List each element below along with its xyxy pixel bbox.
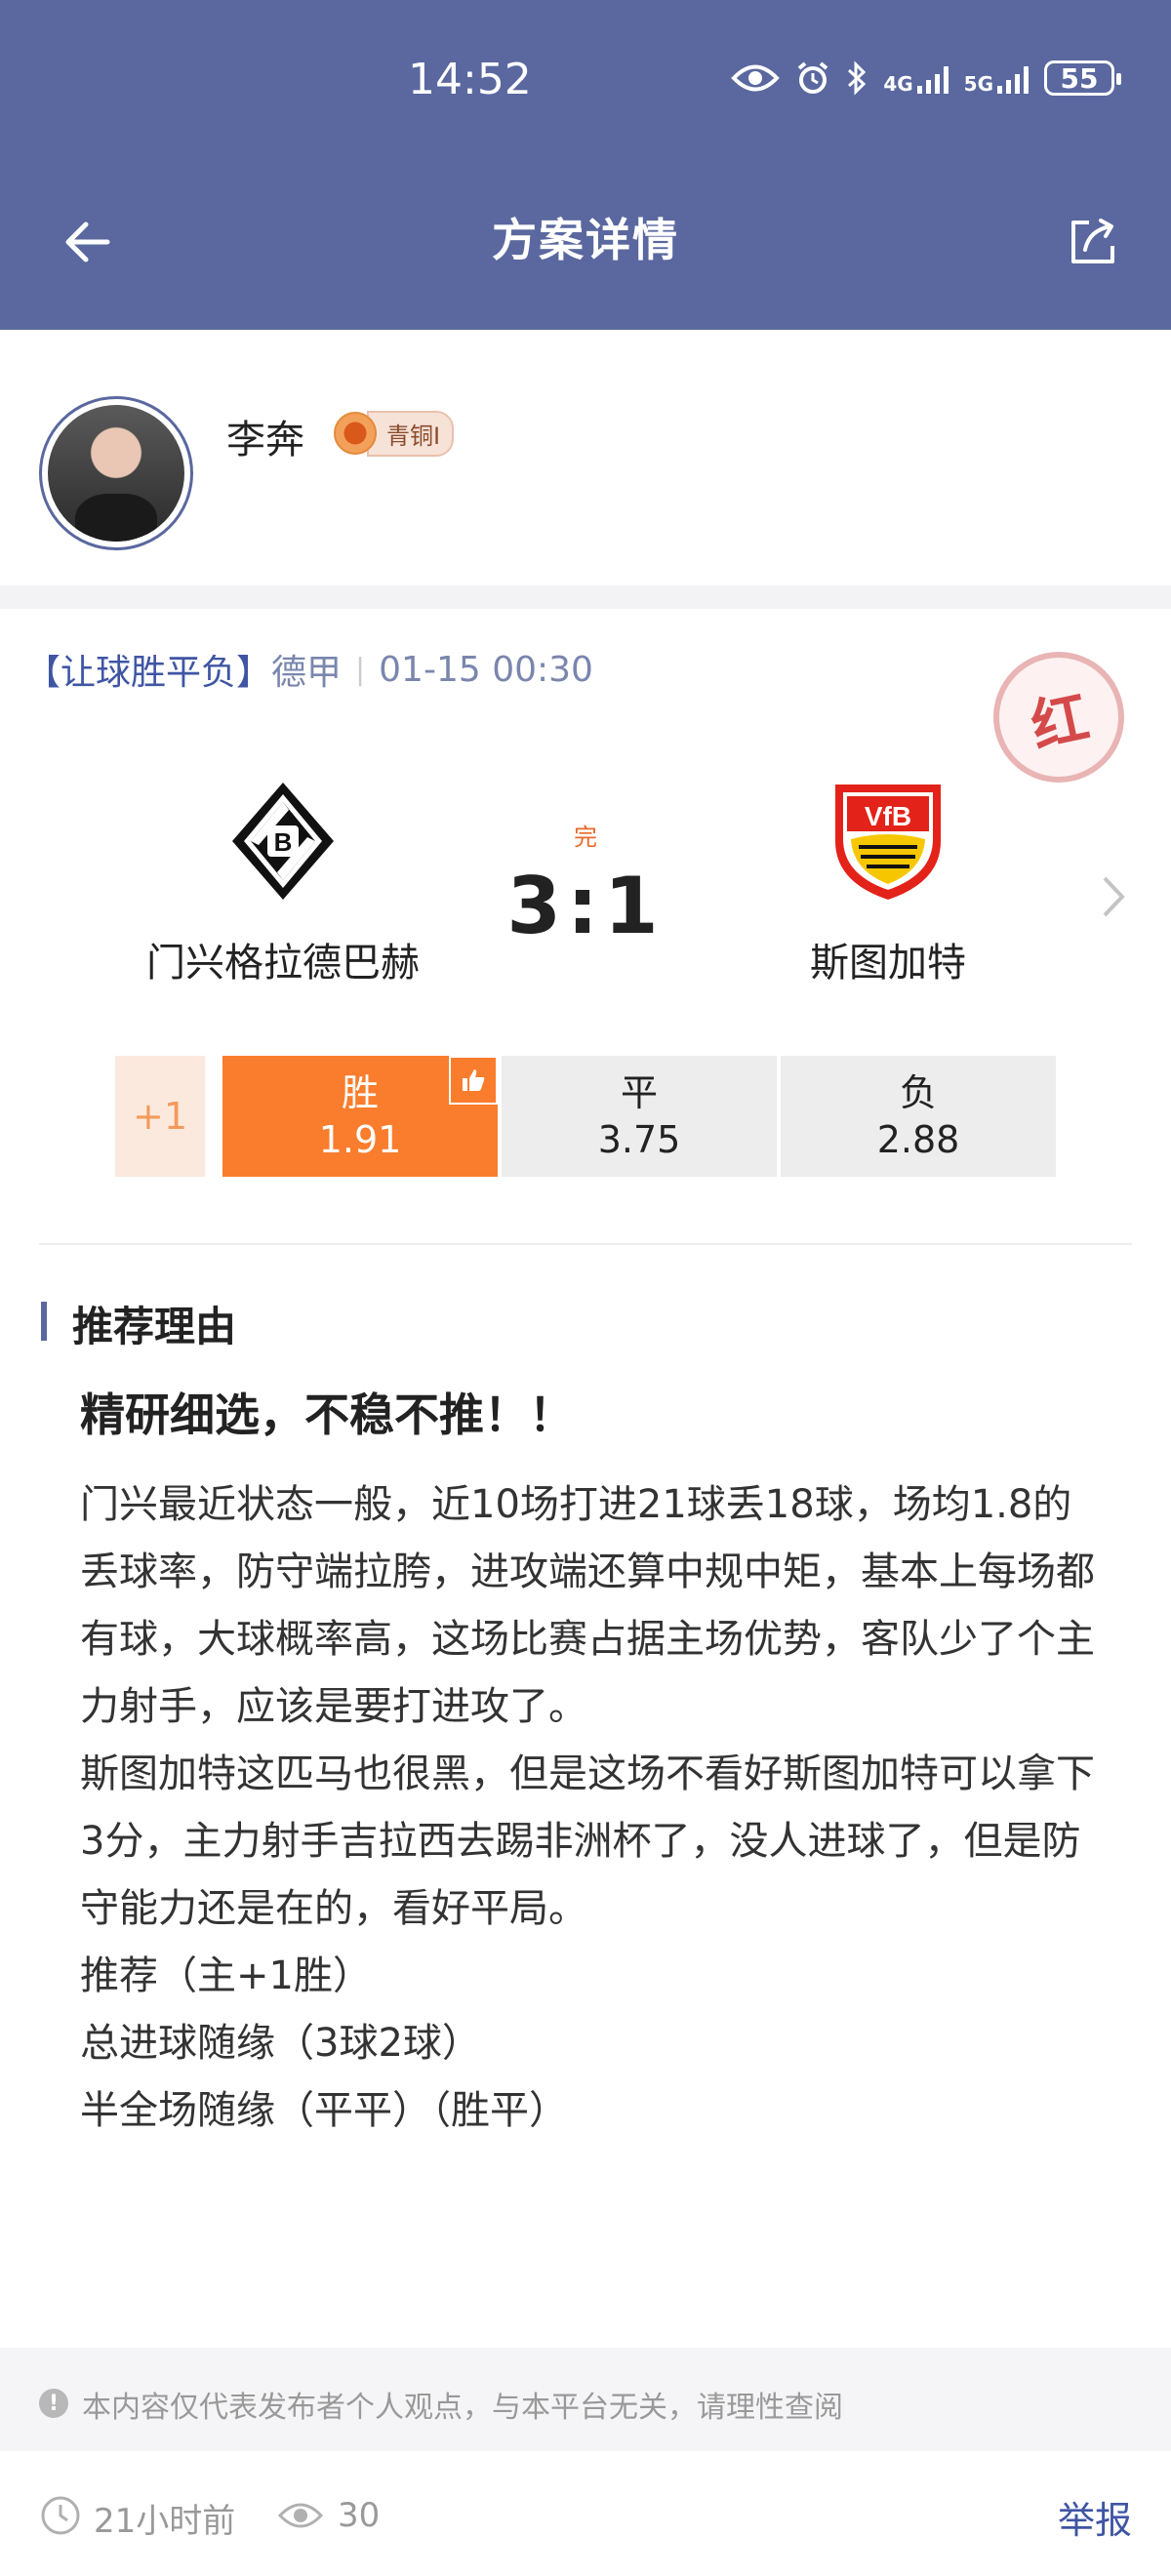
- footer-bar: 21小时前 30 举报: [0, 2451, 1171, 2576]
- view-count: 30: [338, 2496, 381, 2535]
- odd-loss-value: 2.88: [876, 1118, 960, 1161]
- away-team-logo-icon: VfB: [835, 785, 941, 900]
- match-meta: 【让球胜平负】 德甲 | 01-15 00:30: [25, 644, 593, 695]
- meta-separator: |: [355, 652, 366, 687]
- rank-badge: 青铜I: [334, 410, 455, 457]
- home-team-logo-icon: B: [232, 783, 334, 900]
- svg-text:VfB: VfB: [865, 801, 911, 831]
- section-title: 推荐理由: [72, 1303, 237, 1350]
- alarm-icon: [798, 61, 828, 94]
- section-accent-bar: [41, 1302, 47, 1341]
- chevron-right-icon[interactable]: [1099, 872, 1128, 921]
- rank-label: 青铜I: [367, 410, 455, 457]
- svg-text:B: B: [274, 827, 293, 857]
- odd-draw-value: 3.75: [597, 1118, 681, 1161]
- section-gap: [0, 585, 1171, 609]
- report-link[interactable]: 举报: [1058, 2490, 1132, 2544]
- odd-draw-label: 平: [620, 1071, 658, 1114]
- avatar[interactable]: [39, 396, 193, 550]
- result-stamp: 红: [981, 639, 1137, 795]
- match-datetime: 01-15 00:30: [379, 649, 593, 690]
- away-team: VfB 斯图加特: [742, 781, 1034, 987]
- odd-draw[interactable]: 平 3.75: [502, 1056, 777, 1177]
- info-icon: !: [39, 2389, 68, 2418]
- match-card: 【让球胜平负】 德甲 | 01-15 00:30 红 B 门兴格拉德巴赫 完 3…: [0, 609, 1171, 1245]
- handicap-value: +1: [115, 1056, 205, 1177]
- battery-icon: 55: [1044, 60, 1121, 96]
- thumbs-up-icon: [449, 1056, 498, 1105]
- disclaimer-text: 本内容仅代表发布者个人观点，与本平台无关，请理性查阅: [82, 2391, 843, 2425]
- home-team-name: 门兴格拉德巴赫: [146, 941, 420, 986]
- signal-4g-label: 4G: [883, 72, 913, 96]
- author-card[interactable]: 李奔 青铜I: [0, 330, 1171, 585]
- odd-win-value: 1.91: [318, 1118, 402, 1161]
- status-time: 14:52: [408, 55, 532, 104]
- signal-5g-icon: 5G: [964, 62, 1029, 94]
- odds-row: +1 胜 1.91 平 3.75 负 2.88: [115, 1056, 1060, 1177]
- medal-icon: [334, 412, 377, 455]
- match-score: 3:1: [506, 861, 665, 951]
- reason-body: 门兴最近状态一般，近10场打进21球丢18球，场均1.8的丢球率，防守端拉胯，进…: [80, 1471, 1095, 2145]
- post-time: 21小时前: [94, 2502, 236, 2541]
- odd-loss-label: 负: [899, 1071, 937, 1114]
- eye-status-icon: [731, 64, 781, 92]
- clock-icon: [41, 2496, 80, 2535]
- eye-icon: [277, 2503, 324, 2528]
- play-type: 【让球胜平负】: [25, 653, 272, 693]
- signal-5g-label: 5G: [963, 72, 993, 96]
- author-name[interactable]: 李奔: [226, 408, 304, 464]
- match-status: 完: [574, 824, 597, 851]
- odd-win-label: 胜: [341, 1071, 379, 1114]
- odd-loss[interactable]: 负 2.88: [781, 1056, 1056, 1177]
- app-header: 14:52 4G 5G 55 方案详情: [0, 0, 1171, 330]
- reason-paragraph: 斯图加特这匹马也很黑，但是这场不看好斯图加特可以拿下3分，主力射手吉拉西去踢非洲…: [80, 1751, 1095, 1931]
- share-icon[interactable]: [1066, 215, 1120, 269]
- reason-paragraph: 门兴最近状态一般，近10场打进21球丢18球，场均1.8的丢球率，防守端拉胯，进…: [80, 1482, 1095, 1729]
- league-name: 德甲: [271, 653, 343, 693]
- disclaimer-bar: ! 本内容仅代表发布者个人观点，与本平台无关，请理性查阅: [0, 2348, 1171, 2451]
- reason-paragraph: 总进球随缘（3球2球）: [80, 2021, 481, 2066]
- page-title: 方案详情: [492, 214, 679, 266]
- odd-win[interactable]: 胜 1.91: [222, 1056, 498, 1177]
- reason-section: 推荐理由 精研细选，不稳不推！！ 门兴最近状态一般，近10场打进21球丢18球，…: [0, 1245, 1171, 2348]
- signal-4g-icon: 4G: [883, 62, 949, 96]
- status-icons: 4G 5G 55: [731, 60, 1121, 96]
- reason-paragraph: 推荐（主+1胜）: [80, 1953, 372, 1998]
- away-team-name: 斯图加特: [810, 941, 966, 986]
- reason-headline: 精研细选，不稳不推！！: [80, 1389, 574, 1441]
- reason-paragraph: 半全场随缘（平平）（胜平）: [80, 2088, 568, 2133]
- home-team: B 门兴格拉德巴赫: [127, 781, 439, 987]
- bluetooth-icon: [848, 60, 867, 96]
